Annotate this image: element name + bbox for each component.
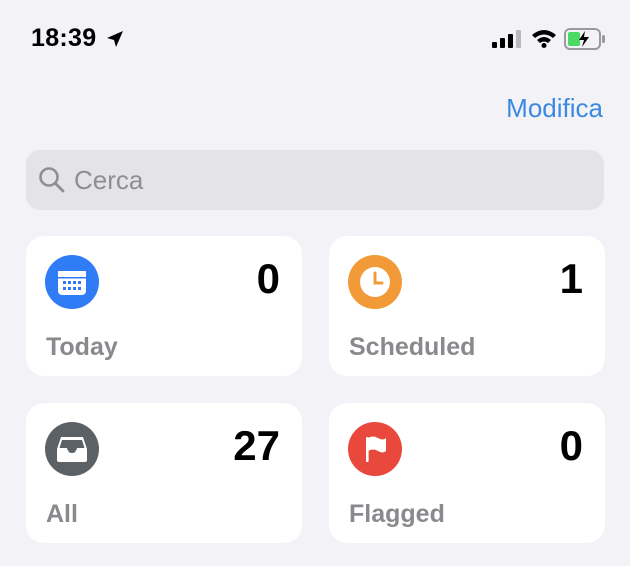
all-label: All xyxy=(46,500,78,528)
clock-icon xyxy=(348,255,402,309)
list-card-scheduled[interactable]: 1 Scheduled xyxy=(329,236,605,376)
all-count: 27 xyxy=(233,422,280,469)
flagged-count: 0 xyxy=(559,422,583,469)
location-arrow-icon xyxy=(107,31,123,47)
edit-button[interactable]: Modifica xyxy=(506,93,603,124)
list-card-all[interactable]: 27 All xyxy=(26,403,302,543)
search-bar[interactable] xyxy=(26,150,604,210)
today-count: 0 xyxy=(256,255,280,302)
today-label: Today xyxy=(46,333,118,361)
list-card-today[interactable]: 0 Today xyxy=(26,236,302,376)
flagged-label: Flagged xyxy=(349,500,445,528)
cellular-signal-icon xyxy=(492,30,521,48)
status-time: 18:39 xyxy=(31,24,97,52)
battery-charging-icon xyxy=(564,28,605,50)
tray-icon xyxy=(45,422,99,476)
calendar-icon xyxy=(45,255,99,309)
status-bar: 18:39 xyxy=(0,0,630,80)
list-card-flagged[interactable]: 0 Flagged xyxy=(329,403,605,543)
wifi-icon xyxy=(532,30,556,48)
scheduled-count: 1 xyxy=(559,255,583,302)
flag-icon xyxy=(348,422,402,476)
search-input[interactable] xyxy=(74,160,584,200)
search-icon xyxy=(39,167,65,193)
scheduled-label: Scheduled xyxy=(349,333,476,361)
